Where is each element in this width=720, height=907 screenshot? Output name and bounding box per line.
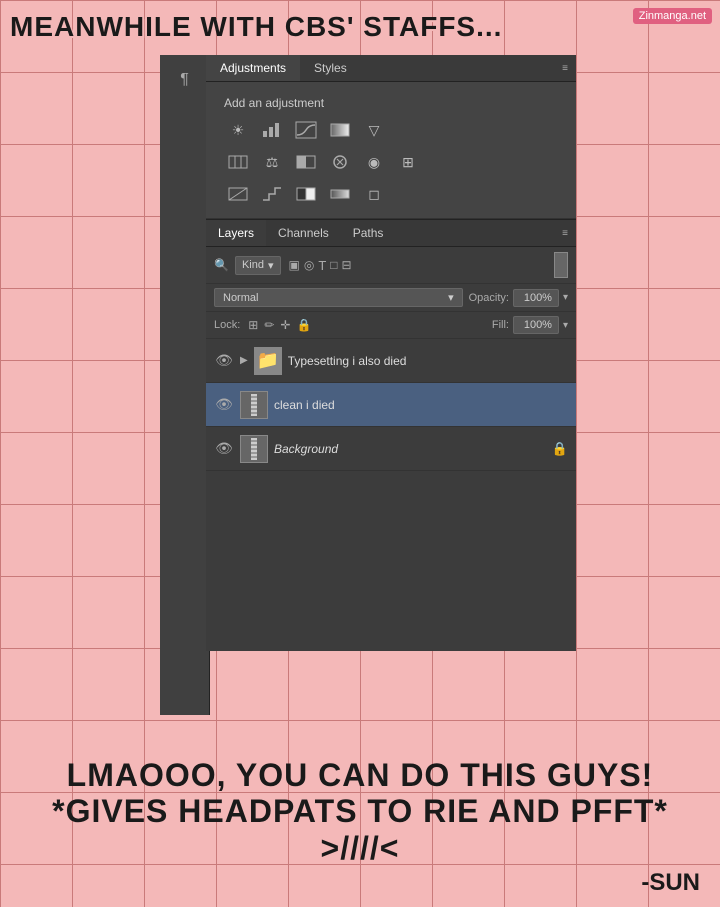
fill-label: Fill: [492,319,509,331]
layers-tabs: Layers Channels Paths ≡ [206,219,576,247]
tab-adjustments[interactable]: Adjustments [206,55,300,81]
adjustments-tabs: Adjustments Styles ≡ [206,55,576,82]
adj-icons-row-1: ☀ ▽ [216,116,566,144]
opacity-dropdown-arrow[interactable]: ▾ [563,292,568,303]
photofilter-icon[interactable] [326,150,354,174]
lock-bar: Lock: ⊞ ✏ ✛ 🔒 Fill: 100% ▾ [206,312,576,339]
layer-lock-background: 🔒 [552,441,568,457]
ps-sidebar: ¶ [160,55,210,715]
layer-name-background: Background [274,442,546,456]
exposure-icon[interactable] [326,118,354,142]
layer-row-typesetting[interactable]: 👁 ▶ 📁 Typesetting i also died [206,339,576,383]
channelmixer-icon[interactable]: ◉ [360,150,388,174]
vibrance-icon[interactable]: ▽ [360,118,388,142]
layer-row-clean[interactable]: 👁 clean i died [206,383,576,427]
kind-filter-icons: ▣ ◎ T □ ⊟ [289,258,352,273]
group-arrow-typesetting[interactable]: ▶ [240,355,248,366]
opacity-group: Opacity: 100% ▾ [469,289,568,307]
adj-icons-row-2: ⚖ ◉ ⊞ [216,148,566,176]
lock-paint-icon[interactable]: ✏ [264,318,274,332]
bottom-text: LMAOOO, YOU CAN DO THIS GUYS! *GIVES HEA… [0,757,720,867]
posterize-icon[interactable] [258,182,286,206]
layer-name-clean: clean i died [274,398,568,412]
text-filter-icon[interactable]: T [318,258,326,273]
lock-label: Lock: [214,319,240,331]
adjustment-filter-icon[interactable]: ◎ [304,258,314,273]
eye-icon-typesetting[interactable]: 👁 [214,352,234,369]
brightness-icon[interactable]: ☀ [224,118,252,142]
lock-icons: ⊞ ✏ ✛ 🔒 [248,318,311,332]
layer-thumb-clean [240,391,268,419]
layer-name-typesetting: Typesetting i also died [288,354,568,368]
curves-icon[interactable] [292,118,320,142]
blend-mode-dropdown[interactable]: Normal ▾ [214,288,463,307]
gradientmap-icon[interactable] [326,182,354,206]
kind-bar: 🔍 Kind ▾ ▣ ◎ T □ ⊟ [206,247,576,284]
ps-main-panel: Adjustments Styles ≡ Add an adjustment ☀ [206,55,576,651]
layer-thumb-background [240,435,268,463]
color-swatch [554,252,568,278]
tab-channels[interactable]: Channels [266,220,341,246]
lock-move-icon[interactable]: ✛ [280,318,290,332]
layers-empty-area [206,471,576,651]
colorlookup-icon[interactable]: ⊞ [394,150,422,174]
folder-icon-typesetting: 📁 [256,350,278,371]
layer-thumb-inner-clean [251,394,257,416]
sidebar-paragraph-icon[interactable]: ¶ [166,61,204,99]
hsl-icon[interactable] [224,150,252,174]
tab-layers[interactable]: Layers [206,220,266,246]
lock-pixels-icon[interactable]: ⊞ [248,318,258,332]
layers-menu-icon[interactable]: ≡ [562,228,568,239]
top-text: MEANWHILE WITH CBS' STAFFS... [10,10,502,44]
watermark: Zinmanga.net [633,8,712,24]
eye-icon-clean[interactable]: 👁 [214,396,234,413]
pixel-filter-icon[interactable]: ▣ [289,258,300,273]
kind-dropdown[interactable]: Kind ▾ [235,256,281,275]
fill-dropdown-arrow[interactable]: ▾ [563,320,568,331]
tab-paths[interactable]: Paths [341,220,396,246]
blackwhite-icon[interactable] [292,150,320,174]
fill-group: Fill: 100% ▾ [492,316,568,334]
selectivecolor-icon[interactable]: ◻ [360,182,388,206]
layer-row-background[interactable]: 👁 Background 🔒 [206,427,576,471]
signature: -SUN [641,869,700,897]
eye-icon-background[interactable]: 👁 [214,440,234,457]
search-icon: 🔍 [214,258,229,272]
lock-all-icon[interactable]: 🔒 [296,318,311,332]
levels-icon[interactable] [258,118,286,142]
blend-opacity-bar: Normal ▾ Opacity: 100% ▾ [206,284,576,312]
adjustments-menu-icon[interactable]: ≡ [562,63,568,74]
layer-thumb-inner-background [251,438,257,460]
invert-icon[interactable] [224,182,252,206]
tab-styles[interactable]: Styles [300,55,361,81]
fill-value[interactable]: 100% [513,316,559,334]
smart-filter-icon[interactable]: ⊟ [342,258,352,273]
threshold-icon[interactable] [292,182,320,206]
shape-filter-icon[interactable]: □ [330,258,337,273]
colorbalance-icon[interactable]: ⚖ [258,150,286,174]
add-adjustment-title: Add an adjustment [216,88,566,116]
opacity-label: Opacity: [469,292,509,304]
adj-icons-row-3: ◻ [216,180,566,208]
adjustments-section: Add an adjustment ☀ [206,82,576,219]
opacity-value[interactable]: 100% [513,289,559,307]
layer-thumb-typesetting: 📁 [254,347,282,375]
